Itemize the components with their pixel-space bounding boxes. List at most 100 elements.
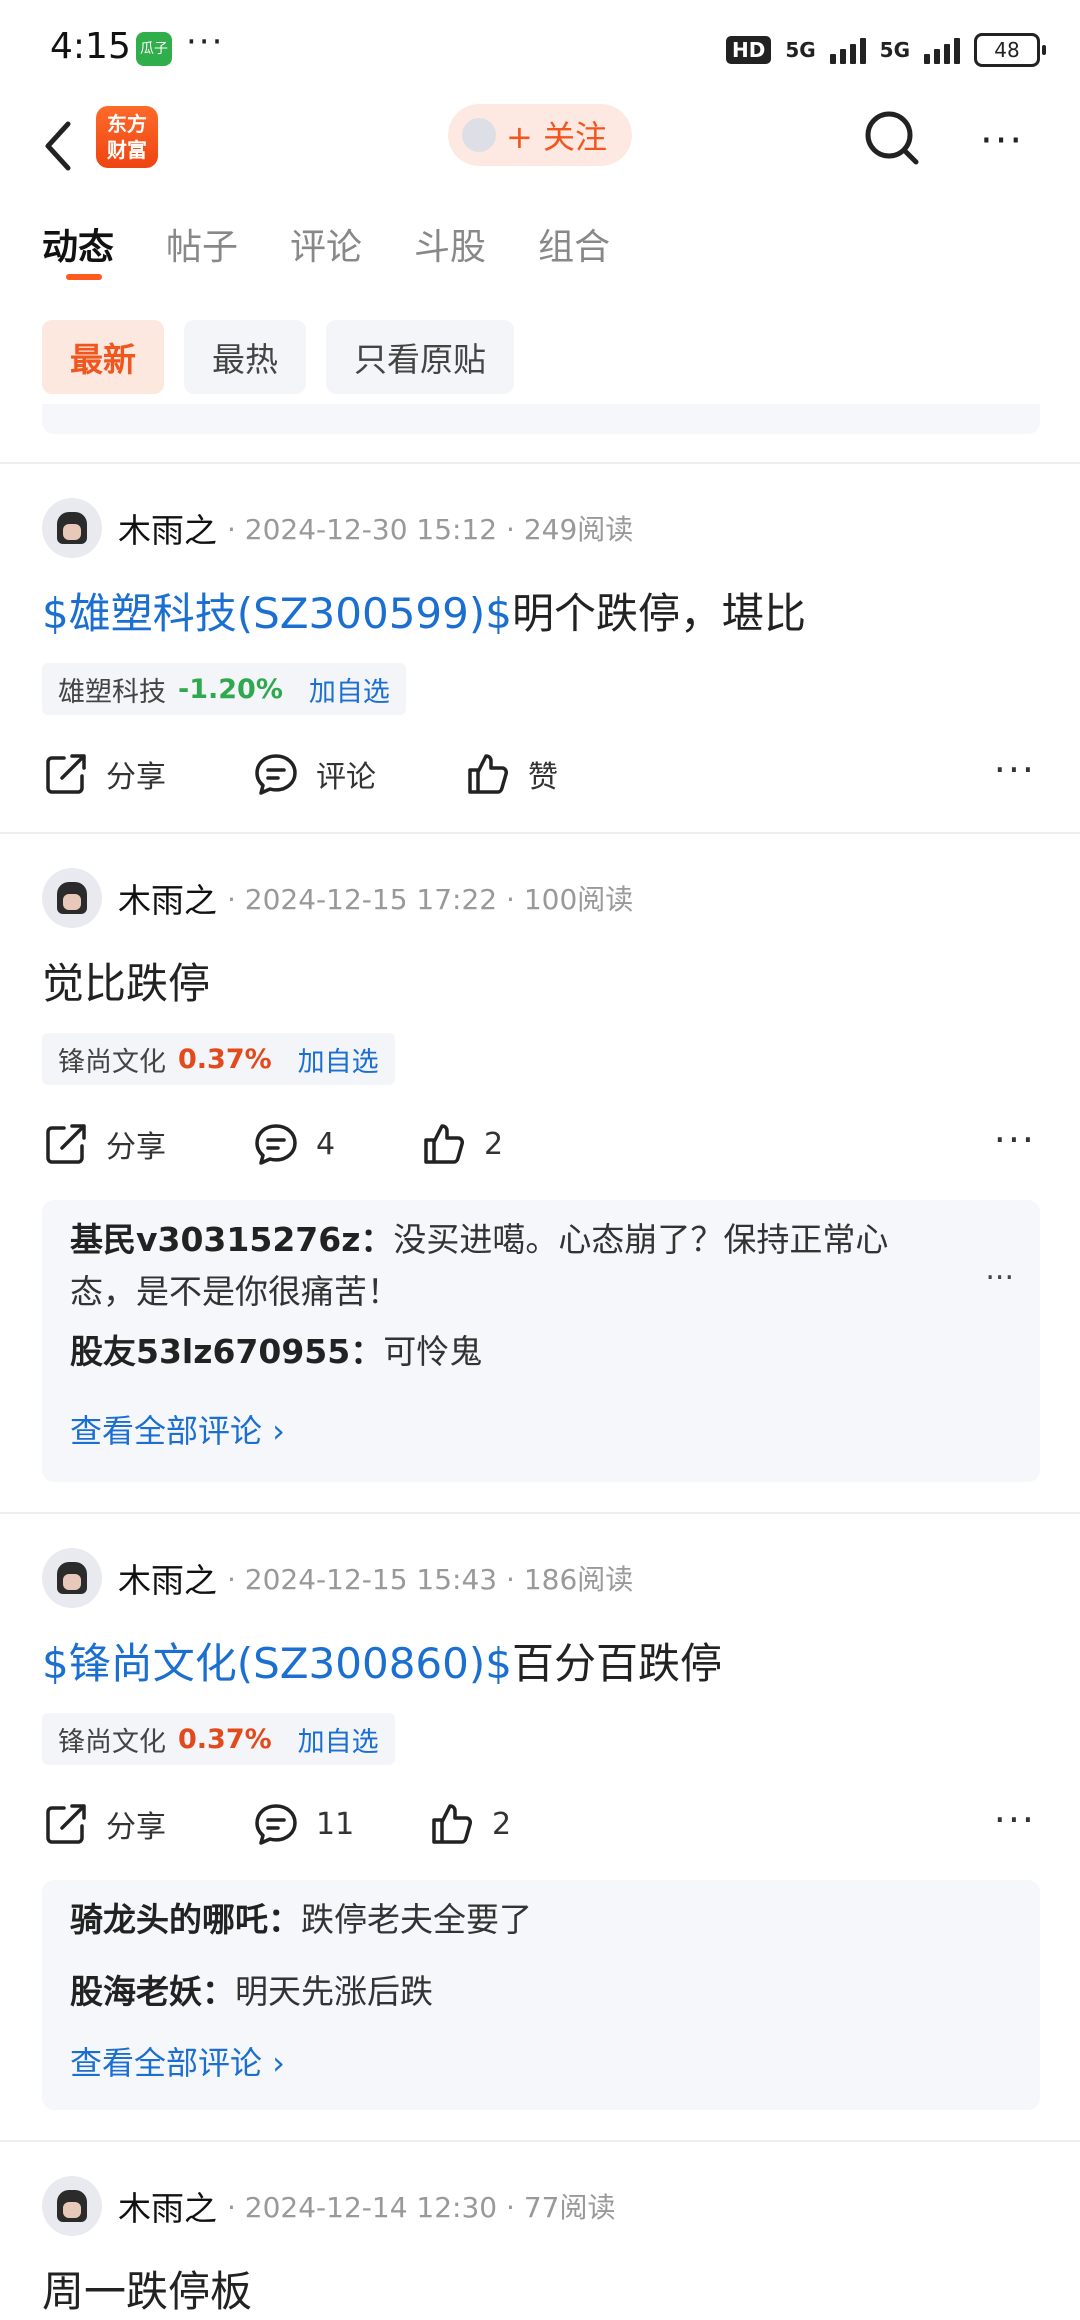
author-name[interactable]: 木雨之: [118, 2182, 217, 2230]
comment-button[interactable]: 4: [252, 1114, 335, 1174]
post-more-icon[interactable]: ···: [994, 1798, 1036, 1842]
divider: [0, 462, 1080, 464]
author-name[interactable]: 木雨之: [118, 504, 217, 552]
post-info: · 2024-12-15 15:43 · 186阅读: [227, 1563, 634, 1596]
status-time: 4:15: [50, 26, 131, 67]
stock-tag[interactable]: 锋尚文化 0.37% 加自选: [42, 1033, 395, 1085]
comment-button[interactable]: 评论: [252, 744, 376, 804]
comment-user[interactable]: 基民v30315276z：: [70, 1220, 393, 1259]
comment-icon: [255, 1124, 297, 1165]
post-item[interactable]: 木雨之 · 2024-12-30 15:12 · 249阅读 $雄塑科技(SZ3…: [0, 498, 1080, 836]
tab-portfolio[interactable]: 组合: [538, 218, 610, 270]
stock-tag[interactable]: 锋尚文化 0.37% 加自选: [42, 1713, 395, 1765]
post-more-icon[interactable]: ···: [994, 1118, 1036, 1162]
post-title[interactable]: $锋尚文化(SZ300860)$百分百跌停: [42, 1630, 722, 1691]
author-name[interactable]: 木雨之: [118, 1554, 217, 1602]
avatar[interactable]: [42, 498, 102, 558]
comment-text: 明天先涨后跌: [235, 1972, 433, 2011]
comment-text: 可怜鬼: [383, 1332, 483, 1371]
post-title[interactable]: $雄塑科技(SZ300599)$明个跌停，堪比: [42, 580, 806, 641]
top-nav: 东方 财富 + 关注 ···: [0, 96, 1080, 236]
battery-icon: 48: [974, 33, 1046, 67]
follow-button[interactable]: + 关注: [448, 104, 632, 166]
like-button[interactable]: 2: [428, 1794, 511, 1854]
post-text: 明个跌停，堪比: [511, 589, 806, 638]
comment-user[interactable]: 股海老妖：: [70, 1972, 235, 2011]
thumbs-up-icon: [424, 1124, 464, 1164]
post-item[interactable]: 木雨之 · 2024-12-15 17:22 · 100阅读 觉比跌停 锋尚文化…: [0, 868, 1080, 1508]
filter-hottest[interactable]: 最热: [184, 320, 306, 394]
like-button[interactable]: 2: [420, 1114, 503, 1174]
comment-user[interactable]: 骑龙头的哪吒：: [70, 1900, 301, 1939]
stock-change: 0.37%: [178, 1043, 272, 1075]
tab-bar: 动态 帖子 评论 斗股 组合: [42, 218, 610, 280]
comment-ellipsis[interactable]: ...: [985, 1252, 1014, 1287]
filter-original-only[interactable]: 只看原贴: [326, 320, 514, 394]
signal-icon: [829, 36, 866, 64]
back-arrow-icon[interactable]: [40, 116, 80, 176]
tab-posts[interactable]: 帖子: [166, 218, 238, 270]
like-button[interactable]: 赞: [464, 744, 558, 804]
comment-item[interactable]: 股友53lz670955：可怜鬼: [70, 1326, 482, 1378]
user-avatar-small: [462, 118, 496, 152]
app-notification-icon: 瓜子: [136, 32, 172, 66]
search-icon[interactable]: [862, 108, 922, 168]
post-title[interactable]: 觉比跌停: [42, 950, 210, 1011]
thumbs-up-icon: [468, 754, 508, 794]
eastmoney-logo: 东方 财富: [96, 106, 158, 168]
post-item[interactable]: 木雨之 · 2024-12-15 15:43 · 186阅读 $锋尚文化(SZ3…: [0, 1548, 1080, 2128]
stock-tag[interactable]: 雄塑科技 -1.20% 加自选: [42, 663, 406, 715]
avatar[interactable]: [42, 1548, 102, 1608]
comment-count: 11: [316, 1806, 355, 1842]
follow-label: + 关注: [506, 118, 607, 156]
stock-name: 锋尚文化: [58, 1726, 166, 1758]
tab-dynamics[interactable]: 动态: [42, 218, 114, 280]
divider: [0, 832, 1080, 834]
tab-comments[interactable]: 评论: [290, 218, 362, 270]
stock-link[interactable]: $锋尚文化(SZ300860)$: [42, 1639, 512, 1688]
share-icon: [46, 754, 86, 794]
tab-stock-battle[interactable]: 斗股: [414, 218, 486, 270]
add-watchlist-button[interactable]: 加自选: [298, 1720, 379, 1759]
stock-change: -1.20%: [178, 673, 283, 705]
comment-preview[interactable]: 基民v30315276z：没买进噶。心态崩了？保持正常心 态，是不是你很痛苦！ …: [42, 1200, 1040, 1482]
comment-button[interactable]: 11: [252, 1794, 354, 1854]
post-more-icon[interactable]: ···: [994, 748, 1036, 792]
filter-latest[interactable]: 最新: [42, 320, 164, 394]
view-all-comments-link[interactable]: 查看全部评论 ›: [70, 2038, 285, 2084]
share-label: 分享: [106, 1130, 166, 1165]
share-button[interactable]: 分享: [42, 744, 166, 804]
share-button[interactable]: 分享: [42, 1794, 166, 1854]
thumbs-up-icon: [432, 1804, 472, 1844]
network-5g-label-2: 5G: [879, 38, 910, 62]
like-count: 2: [484, 1126, 504, 1162]
more-options-icon[interactable]: ···: [980, 118, 1024, 164]
post-info: · 2024-12-15 17:22 · 100阅读: [227, 883, 634, 916]
view-all-comments-link[interactable]: 查看全部评论 ›: [70, 1406, 285, 1452]
previous-card-bottom: [42, 404, 1040, 434]
post-actions: 分享 4 2 ···: [42, 1114, 1040, 1174]
post-info: · 2024-12-30 15:12 · 249阅读: [227, 513, 634, 546]
network-5g-label: 5G: [785, 38, 816, 62]
avatar[interactable]: [42, 2176, 102, 2236]
comment-preview[interactable]: 骑龙头的哪吒：跌停老夫全要了 股海老妖：明天先涨后跌 查看全部评论 ›: [42, 1880, 1040, 2110]
comment-item[interactable]: 骑龙头的哪吒：跌停老夫全要了: [70, 1894, 532, 1946]
status-bar: 4:15 瓜子 ··· HD 5G 5G 48: [0, 0, 1080, 96]
avatar[interactable]: [42, 868, 102, 928]
share-label: 分享: [106, 760, 166, 795]
comment-item[interactable]: 股海老妖：明天先涨后跌: [70, 1966, 433, 2018]
logo-line-1: 东方: [107, 112, 147, 136]
post-title[interactable]: 周一跌停板: [42, 2258, 252, 2319]
comment-item[interactable]: 基民v30315276z：没买进噶。心态崩了？保持正常心 态，是不是你很痛苦！: [70, 1214, 888, 1318]
comment-text: 跌停老夫全要了: [301, 1900, 532, 1939]
add-watchlist-button[interactable]: 加自选: [309, 670, 390, 709]
stock-link[interactable]: $雄塑科技(SZ300599)$: [42, 589, 512, 638]
comment-icon: [255, 754, 297, 795]
author-name[interactable]: 木雨之: [118, 874, 217, 922]
add-watchlist-button[interactable]: 加自选: [298, 1040, 379, 1079]
post-item[interactable]: 木雨之 · 2024-12-14 12:30 · 77阅读 周一跌停板: [0, 2176, 1080, 2320]
comment-user[interactable]: 股友53lz670955：: [70, 1332, 383, 1371]
post-actions: 分享 评论 赞 ···: [42, 744, 1040, 804]
hd-icon: HD: [725, 36, 772, 64]
share-button[interactable]: 分享: [42, 1114, 166, 1174]
